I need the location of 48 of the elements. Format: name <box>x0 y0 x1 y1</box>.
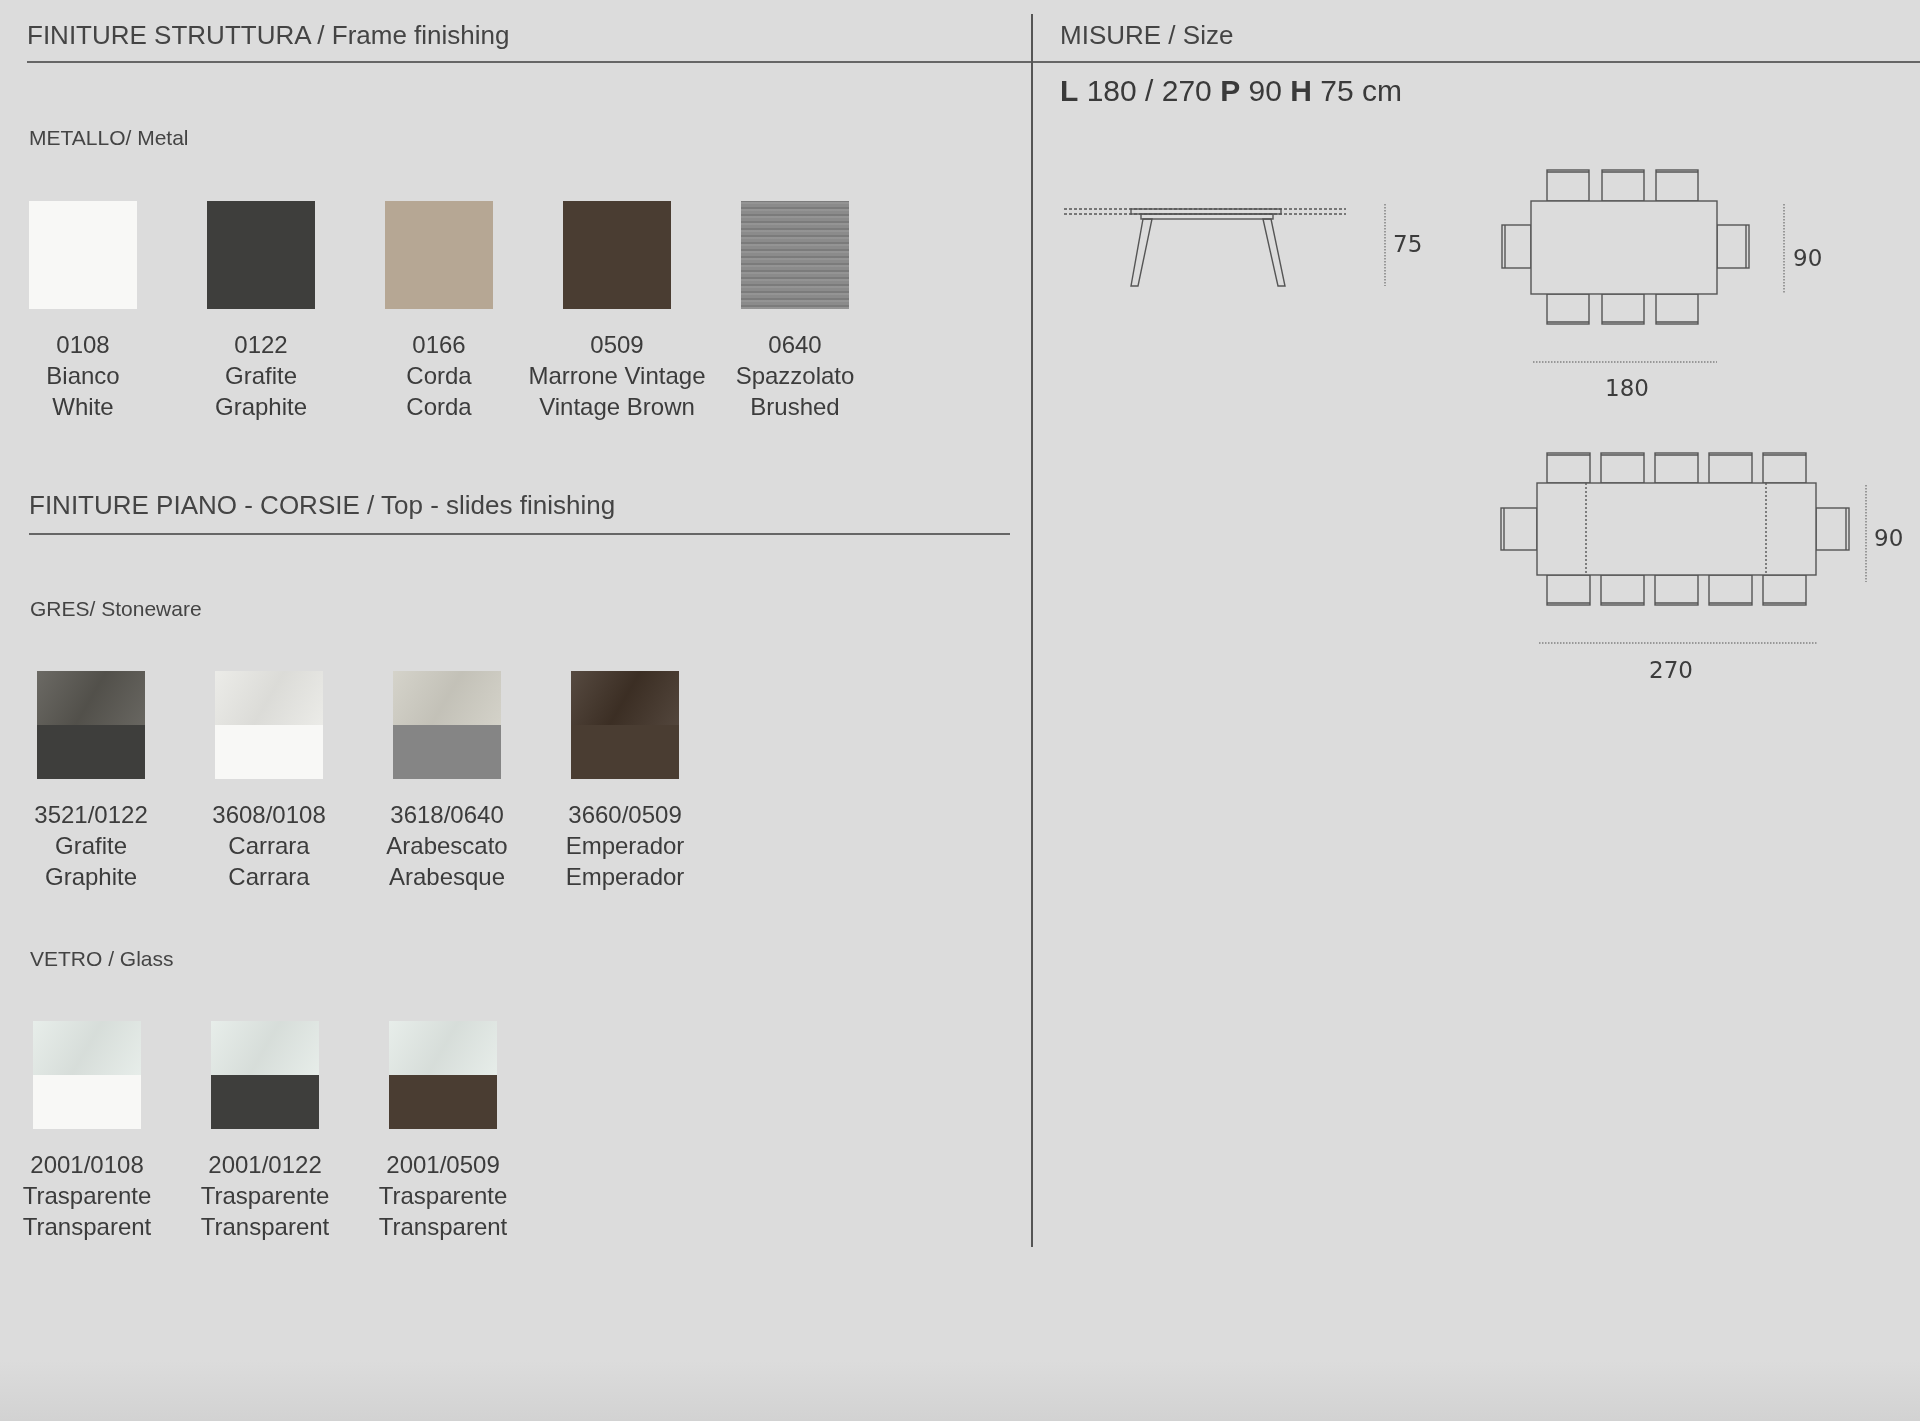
dimensions-text: L 180 / 270 P 90 H 75 cm <box>1059 73 1403 109</box>
finish-code: 0509 <box>590 330 644 360</box>
material-heading: METALLO/ Metal <box>29 125 190 150</box>
finish-name: White <box>52 392 114 422</box>
finish-code: 3608/0108 <box>212 800 326 830</box>
finish-code: 0166 <box>412 330 466 360</box>
finish-name: Transparent <box>22 1212 152 1242</box>
finish-code: 2001/0509 <box>386 1150 500 1180</box>
finish-code: 3660/0509 <box>568 800 682 830</box>
dimension-label: 90 <box>1793 245 1823 271</box>
finish-name: Graphite <box>214 392 308 422</box>
finish-name: Carrara <box>228 831 310 861</box>
finish-name: Grafite <box>225 361 297 391</box>
finish-name: Arabescato <box>386 831 508 861</box>
finish-name: Arabesque <box>388 862 506 892</box>
finish-name: Marrone Vintage <box>528 361 706 391</box>
finish-name: Transparent <box>200 1212 330 1242</box>
finish-name: Grafite <box>55 831 127 861</box>
dimension-label: 270 <box>1649 657 1693 683</box>
finish-name: Emperador <box>565 862 685 892</box>
finish-name: Corda <box>406 361 472 391</box>
dimension-label: 75 <box>1393 231 1423 257</box>
finish-name: Trasparente <box>200 1181 330 1211</box>
finish-name: Carrara <box>228 862 310 892</box>
finish-code: 3521/0122 <box>34 800 148 830</box>
finish-name: Transparent <box>378 1212 508 1242</box>
finish-name: Trasparente <box>378 1181 508 1211</box>
finish-code: 0640 <box>768 330 822 360</box>
finish-code: 2001/0108 <box>30 1150 144 1180</box>
finish-name: Graphite <box>44 862 138 892</box>
section-heading: MISURE / Size <box>1033 0 1920 63</box>
finish-code: 2001/0122 <box>208 1150 322 1180</box>
section-heading: FINITURE PIANO - CORSIE / Top - slides finishing <box>29 490 1010 535</box>
finish-name: Trasparente <box>22 1181 152 1211</box>
finish-name: Corda <box>406 392 472 422</box>
material-heading: GRES/ Stoneware <box>30 596 203 621</box>
dimension-label: 180 <box>1605 375 1649 401</box>
finish-name: Spazzolato <box>735 361 855 391</box>
finish-code: 0108 <box>56 330 110 360</box>
finish-name: Emperador <box>565 831 685 861</box>
finish-name: Bianco <box>46 361 120 391</box>
section-heading: FINITURE STRUTTURA / Frame finishing <box>27 0 1031 63</box>
material-heading: VETRO / Glass <box>30 946 175 971</box>
finish-code: 3618/0640 <box>390 800 504 830</box>
dimension-label: 90 <box>1874 525 1904 551</box>
finish-name: Vintage Brown <box>539 392 695 422</box>
finish-code: 0122 <box>234 330 288 360</box>
finish-name: Brushed <box>750 392 840 422</box>
